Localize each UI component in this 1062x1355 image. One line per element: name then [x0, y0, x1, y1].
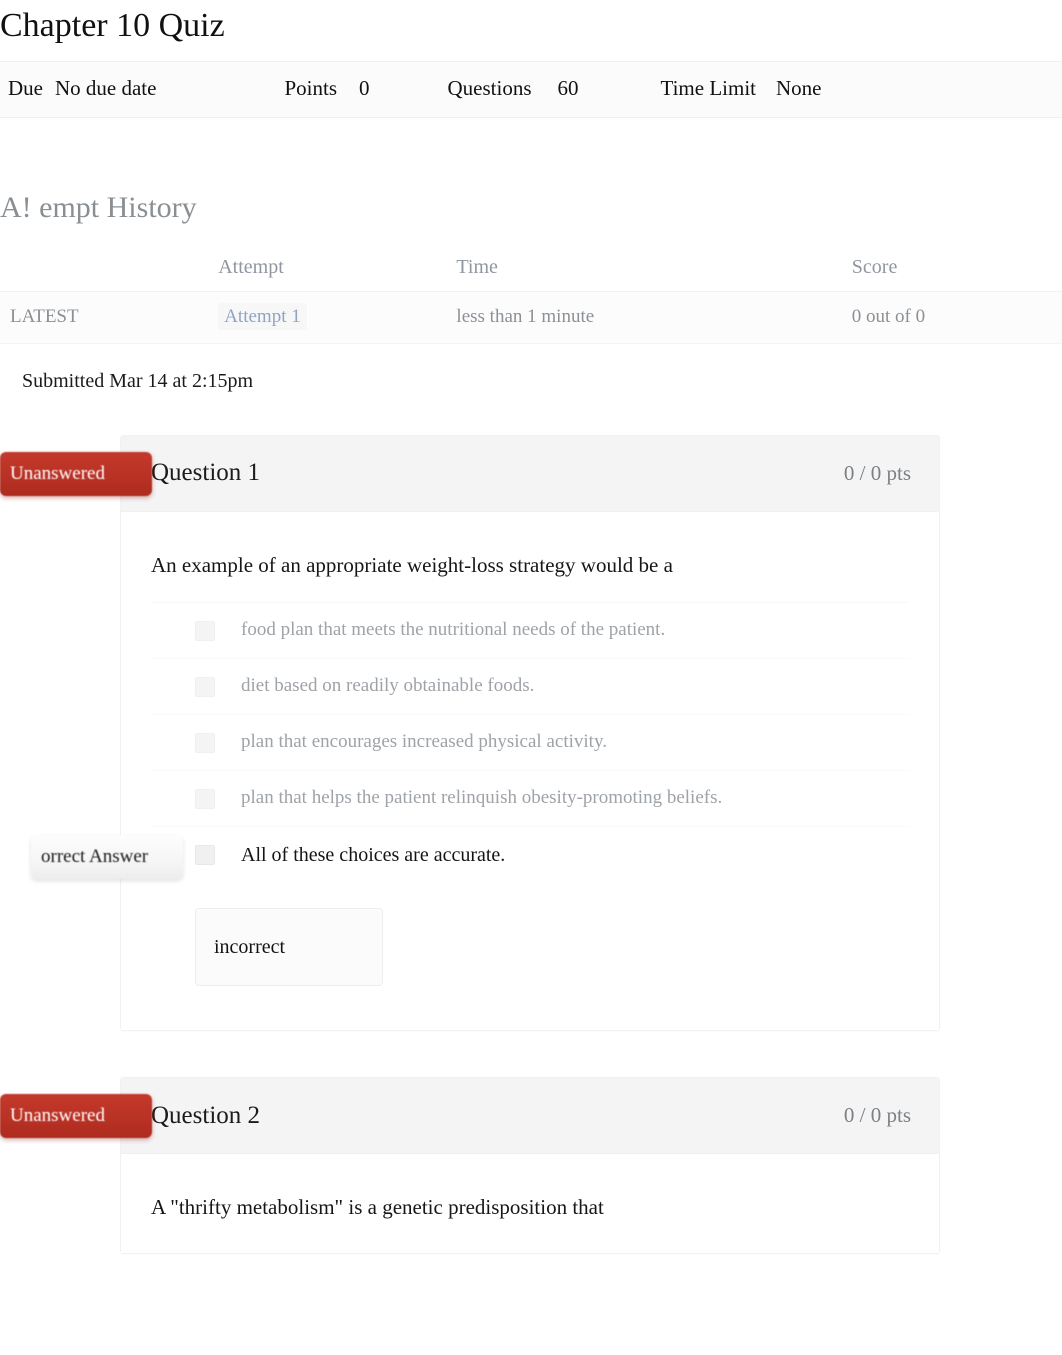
answer-text: All of these choices are accurate.: [241, 843, 506, 866]
table-header-row: Attempt Time Score: [0, 255, 1062, 292]
answer-text: plan that helps the patient relinquish o…: [241, 787, 723, 809]
question-container-1: Unanswered Question 1 0 / 0 pts An examp…: [0, 434, 940, 1032]
meta-points-value: 0: [359, 75, 370, 100]
answer-row[interactable]: plan that encourages increased physical …: [151, 714, 909, 770]
submitted-timestamp: Submitted Mar 14 at 2:15pm: [22, 369, 254, 392]
attempt-time: less than 1 minute: [456, 291, 852, 344]
status-badge-correct-answer: orrect Answer: [31, 835, 183, 880]
question-header-1: Question 1 0 / 0 pts: [121, 435, 939, 512]
radio-button-icon[interactable]: [195, 620, 215, 641]
meta-time-limit-label: Time Limit: [660, 75, 757, 100]
meta-due-value: No due date: [55, 75, 157, 100]
meta-points: Points 0: [284, 76, 369, 101]
meta-due-label: Due: [8, 75, 43, 100]
meta-questions-value: 60: [557, 75, 579, 100]
attempt-history-heading: A! empt History: [0, 190, 197, 224]
question-box-2: Question 2 0 / 0 pts A "thrifty metaboli…: [120, 1077, 940, 1254]
question-comment-box-1: incorrect: [195, 908, 383, 987]
attempt-1-link[interactable]: Attempt 1: [218, 302, 307, 330]
question-body-2: A "thrifty metabolism" is a genetic pred…: [121, 1154, 939, 1253]
column-header-time: Time: [456, 255, 852, 292]
answer-row[interactable]: plan that helps the patient relinquish o…: [151, 770, 909, 826]
question-container-2: Unanswered Question 2 0 / 0 pts A "thrif…: [0, 1077, 940, 1254]
status-badge-unanswered-2: Unanswered: [0, 1094, 152, 1139]
question-text-2: A "thrifty metabolism" is a genetic pred…: [151, 1195, 604, 1220]
column-header-attempt: Attempt: [218, 255, 457, 292]
answer-text: food plan that meets the nutritional nee…: [241, 619, 666, 641]
answer-list-1: food plan that meets the nutritional nee…: [31, 602, 909, 882]
radio-button-icon[interactable]: [195, 732, 215, 753]
meta-due: Due No due date: [8, 76, 156, 101]
question-text-1: An example of an appropriate weight-loss…: [151, 552, 673, 577]
page-title: Chapter 10 Quiz: [0, 7, 225, 44]
attempt-kept-label: LATEST: [0, 291, 219, 344]
answer-text: plan that encourages increased physical …: [241, 731, 607, 753]
attempt-score: 0 out of 0: [851, 291, 1062, 344]
question-box-1: Question 1 0 / 0 pts An example of an ap…: [31, 434, 940, 1032]
question-body-1: An example of an appropriate weight-loss…: [31, 511, 939, 1031]
attempt-history-table: Attempt Time Score LATEST Attempt 1 less…: [0, 255, 1062, 344]
radio-button-icon[interactable]: [195, 788, 215, 809]
answer-text: diet based on readily obtainable foods.: [241, 675, 535, 697]
meta-questions: Questions 60: [448, 76, 579, 101]
meta-points-label: Points: [284, 75, 337, 100]
column-header-kept: [0, 255, 219, 292]
answer-row[interactable]: food plan that meets the nutritional nee…: [151, 602, 909, 658]
radio-button-icon[interactable]: [195, 844, 215, 865]
meta-questions-label: Questions: [447, 75, 532, 100]
column-header-score: Score: [851, 255, 1062, 292]
status-badge-unanswered-1: Unanswered: [0, 451, 152, 496]
radio-button-icon[interactable]: [195, 676, 215, 697]
question-points-2: 0 / 0 pts: [843, 1103, 911, 1128]
quiz-meta-bar: Due No due date Points 0 Questions 60 Ti…: [0, 60, 1062, 118]
meta-time-limit-value: None: [776, 75, 822, 100]
question-comment-area-1: incorrect: [151, 882, 909, 1020]
answer-row[interactable]: diet based on readily obtainable foods.: [151, 658, 909, 714]
answer-row-correct[interactable]: orrect Answer All of these choices are a…: [31, 826, 909, 882]
question-name-2: Question 2: [151, 1101, 261, 1129]
attempt-link-cell: Attempt 1: [218, 291, 457, 344]
question-points-1: 0 / 0 pts: [843, 460, 911, 485]
meta-time-limit: Time Limit None: [661, 76, 822, 101]
table-row: LATEST Attempt 1 less than 1 minute 0 ou…: [0, 291, 1062, 344]
question-name-1: Question 1: [151, 459, 261, 487]
question-header-2: Question 2 0 / 0 pts: [121, 1078, 939, 1155]
